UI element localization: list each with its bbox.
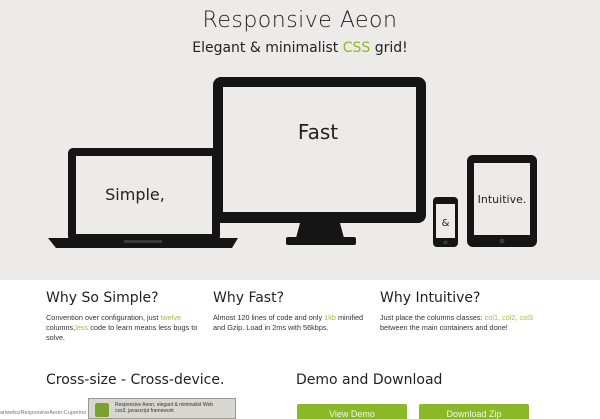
feature-text: Just place the columns classes: col1, co…	[380, 313, 533, 332]
download-zip-button[interactable]: Download Zip	[419, 404, 529, 419]
cross-device-title: Cross-size - Cross-device.	[46, 372, 225, 388]
demo-download-title: Demo and Download	[296, 372, 443, 388]
feature-title: Why Fast?	[213, 290, 285, 306]
monitor-icon	[213, 77, 426, 245]
laptop-label: Simple,	[105, 185, 165, 204]
tablet-label: Intuitive.	[478, 193, 527, 206]
thumbnail-text: Responsive Aeon, elegant & minimalist We…	[115, 402, 214, 414]
feature-fast: Why Fast? Almost 120 lines of code and o…	[213, 290, 373, 333]
feature-title: Why Intuitive?	[380, 290, 481, 306]
tagline-text-end: grid!	[370, 40, 408, 56]
view-demo-button[interactable]: View Demo	[297, 404, 407, 419]
feature-simple: Why So Simple? Convention over configura…	[46, 290, 206, 343]
feature-text: Almost 120 lines of code and only 1kb mi…	[213, 313, 364, 332]
tagline-css-highlight: CSS	[342, 40, 371, 56]
logo-icon	[95, 403, 109, 417]
tagline-text: Elegant & minimalist	[192, 40, 343, 56]
footer-url: ariwebs/ResponsiveAeon-Cuperino	[0, 410, 87, 416]
page-title: Responsive Aeon	[202, 8, 398, 33]
feature-intuitive: Why Intuitive? Just place the columns cl…	[380, 290, 540, 333]
phone-label: &	[442, 218, 450, 229]
feature-text: Convention over configuration, just twel…	[46, 313, 198, 342]
site-screenshot-thumbnail: Responsive Aeon, elegant & minimalist We…	[88, 398, 236, 419]
tagline: Elegant & minimalist CSS grid!	[0, 40, 600, 56]
feature-title: Why So Simple?	[46, 290, 159, 306]
monitor-label: Fast	[298, 120, 338, 144]
